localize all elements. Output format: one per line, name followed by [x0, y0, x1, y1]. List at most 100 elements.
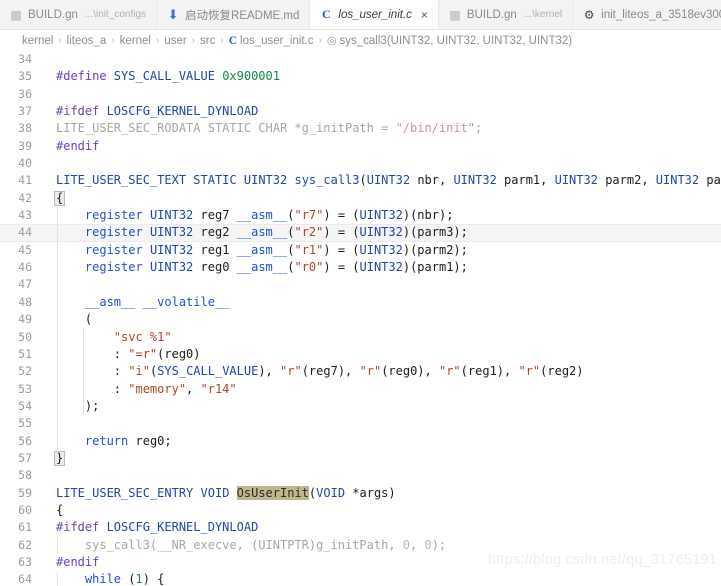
line-number: 54	[18, 398, 32, 413]
vscode-window: ▩ BUILD.gn ...\init_configs ⬇ 启动恢复README…	[0, 0, 721, 586]
code-line[interactable]: 43 register UINT32 reg7 __asm__("r7") = …	[0, 207, 721, 224]
code-line[interactable]: 58	[0, 467, 721, 484]
line-content: );	[44, 398, 721, 415]
code-line[interactable]: 53 : "memory", "r14"	[0, 381, 721, 398]
code-token: UINT32	[243, 173, 288, 188]
code-line[interactable]: 36	[0, 86, 721, 103]
code-line[interactable]: 60 {	[0, 502, 721, 519]
code-token: UINT32	[149, 208, 194, 223]
breadcrumb-item-src[interactable]: src	[200, 35, 215, 47]
tab-init-liteos-cfg[interactable]: ⚙ init_liteos_a_3518ev300.cfg	[573, 0, 721, 29]
code-line[interactable]: 54 );	[0, 398, 721, 415]
code-line[interactable]: 46 register UINT32 reg0 __asm__("r0") = …	[0, 259, 721, 276]
code-line[interactable]: 64 while (1) {	[0, 571, 721, 586]
breadcrumb-item-file[interactable]: los_user_init.c	[240, 35, 314, 47]
code-line[interactable]: 47	[0, 276, 721, 293]
line-content: {	[44, 190, 721, 207]
code-line[interactable]: 61 #ifdef LOSCFG_KERNEL_DYNLOAD	[0, 519, 721, 536]
code-token: (	[359, 173, 367, 188]
line-content: (	[44, 311, 721, 328]
line-number: 47	[18, 277, 32, 292]
code-line[interactable]: 39 #endif	[0, 138, 721, 155]
code-token: ),	[258, 364, 281, 379]
line-number: 39	[18, 138, 32, 153]
code-line[interactable]: 49 (	[0, 311, 721, 328]
tab-los-user-init-c[interactable]: C los_user_init.c ×	[310, 0, 439, 29]
code-token: "r1"	[294, 242, 324, 257]
code-line[interactable]: 40	[0, 155, 721, 172]
code-token: "memory"	[128, 381, 187, 396]
code-token: (	[121, 572, 136, 586]
breadcrumb-item-symbol[interactable]: sys_call3(UINT32, UINT32, UINT32, UINT32…	[340, 35, 573, 47]
code-line[interactable]: 44 register UINT32 reg2 __asm__("r2") = …	[0, 224, 721, 242]
code-token: sys_call3(__NR_execve, (UINTPTR)g_initPa…	[56, 537, 403, 552]
code-line[interactable]: 55	[0, 415, 721, 432]
line-content: #ifdef LOSCFG_KERNEL_DYNLOAD	[44, 519, 721, 536]
code-line[interactable]: 41 LITE_USER_SEC_TEXT STATIC UINT32 sys_c…	[0, 172, 721, 189]
line-number: 57	[18, 450, 32, 465]
c-file-icon: C	[228, 34, 238, 47]
c-file-icon: C	[322, 7, 331, 21]
tab-readme-md[interactable]: ⬇ 启动恢复README.md	[157, 0, 311, 29]
line-content: #define SYS_CALL_VALUE 0x900001	[44, 68, 721, 85]
code-line[interactable]: 56 return reg0;	[0, 433, 721, 450]
code-line[interactable]: 51 : "=r"(reg0)	[0, 346, 721, 363]
close-icon[interactable]: ×	[421, 9, 428, 21]
tab-build-gn-init-configs[interactable]: ▩ BUILD.gn ...\init_configs	[0, 0, 158, 29]
code-token: reg2	[193, 225, 237, 240]
code-line[interactable]: 35 #define SYS_CALL_VALUE 0x900001	[0, 68, 721, 85]
code-token: "r2"	[294, 225, 324, 240]
code-token: ) = (	[323, 225, 360, 240]
line-content: {	[44, 502, 721, 519]
line-number: 50	[18, 329, 32, 344]
code-token: );	[56, 398, 100, 413]
code-token: 0	[424, 537, 432, 552]
code-token: UINT32	[655, 173, 700, 188]
line-content: return reg0;	[44, 433, 721, 450]
line-number: 49	[18, 312, 32, 327]
code-line[interactable]: 34	[0, 51, 721, 68]
code-line[interactable]: 37 #ifdef LOSCFG_KERNEL_DYNLOAD	[0, 103, 721, 120]
code-token: reg7	[193, 208, 237, 223]
code-token: :	[56, 346, 129, 361]
code-token: sys_call3	[294, 173, 360, 188]
tab-build-gn-kernel[interactable]: ▩ BUILD.gn ...\kernel	[438, 0, 574, 29]
code-editor[interactable]: 34 35 #define SYS_CALL_VALUE 0x900001 36 37 #…	[0, 51, 721, 586]
code-line[interactable]: 42 {	[0, 190, 721, 207]
code-token: ,	[186, 381, 201, 396]
code-token: reg0	[193, 260, 237, 275]
line-content: LITE_USER_SEC_TEXT STATIC UINT32 sys_cal…	[44, 172, 721, 189]
line-number: 38	[18, 121, 32, 136]
line-number: 41	[18, 173, 32, 188]
code-line[interactable]: 59 LITE_USER_SEC_ENTRY VOID OsUserInit(VO…	[0, 485, 721, 502]
breadcrumb-item-user[interactable]: user	[164, 35, 186, 47]
line-content: LITE_USER_SEC_RODATA STATIC CHAR *g_init…	[44, 120, 721, 137]
breadcrumb-item-liteos-a[interactable]: liteos_a	[67, 35, 107, 47]
breadcrumb-item-kernel-2[interactable]: kernel	[120, 35, 151, 47]
breadcrumb-item-kernel[interactable]: kernel	[22, 35, 53, 47]
code-line[interactable]: 48 __asm__ __volatile__	[0, 294, 721, 311]
code-token: "r"	[280, 364, 302, 379]
code-line[interactable]: 45 register UINT32 reg1 __asm__("r1") = …	[0, 242, 721, 259]
line-number: 60	[18, 502, 32, 517]
code-token: (reg0)	[157, 346, 201, 361]
code-line[interactable]: 38 LITE_USER_SEC_RODATA STATIC CHAR *g_in…	[0, 120, 721, 137]
tab-label: init_liteos_a_3518ev300.cfg	[601, 8, 721, 21]
code-token: UINT32	[554, 173, 598, 188]
code-line[interactable]: 52 : "i"(SYS_CALL_VALUE), "r"(reg7), "r"…	[0, 363, 721, 380]
line-content: #ifdef LOSCFG_KERNEL_DYNLOAD	[44, 103, 721, 120]
code-token: STATIC	[193, 173, 237, 188]
method-symbol-icon: ◎	[326, 35, 337, 47]
line-number: 40	[18, 156, 32, 171]
code-token: #endif	[56, 554, 100, 569]
code-token: 1	[135, 572, 143, 586]
code-line[interactable]: 50 "svc %1"	[0, 329, 721, 346]
line-number: 44	[18, 225, 32, 240]
code-line[interactable]: 57}	[0, 450, 721, 467]
code-token: "=r"	[128, 346, 158, 361]
code-token: 0	[402, 537, 411, 552]
